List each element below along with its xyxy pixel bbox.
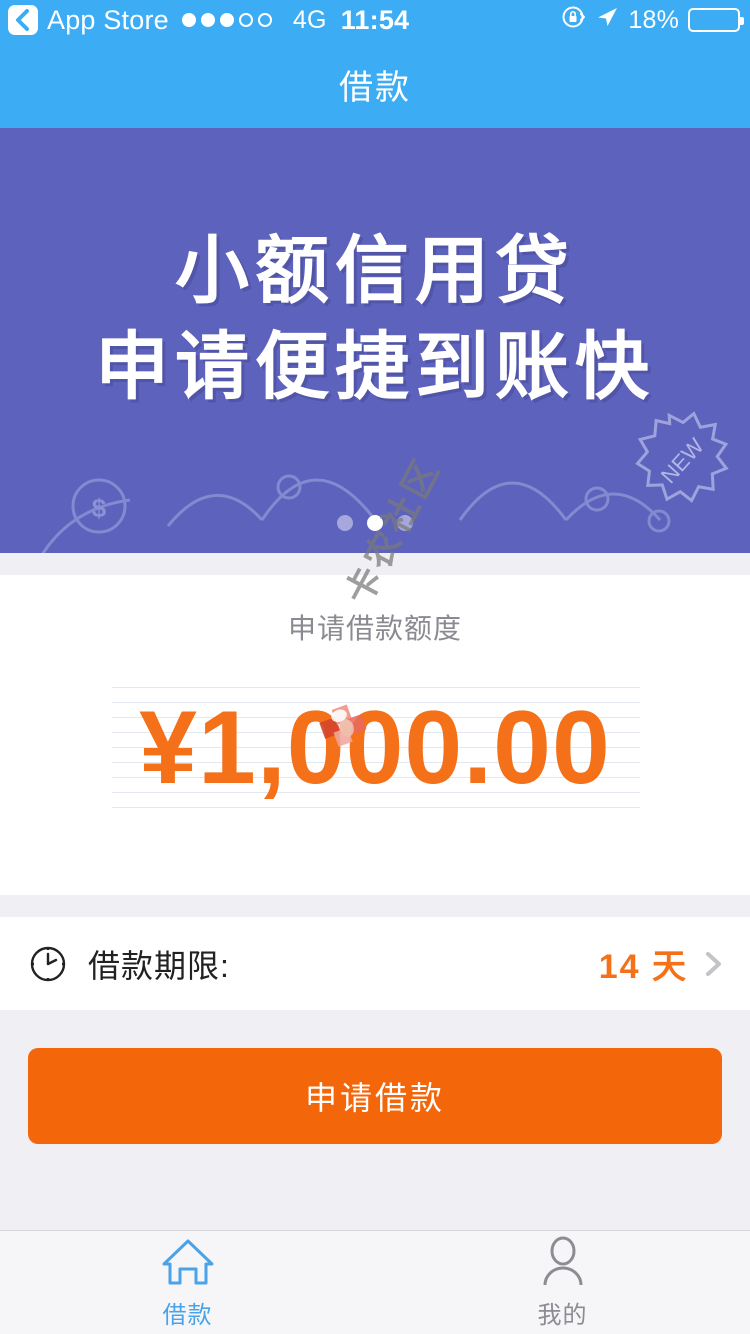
banner-headline-line2: 申请便捷到账快 xyxy=(95,325,655,408)
banner-headline: 小额信用贷 申请便捷到账快 xyxy=(0,223,750,415)
tab-item-profile[interactable]: 我的 xyxy=(375,1231,750,1334)
section-gap xyxy=(0,553,750,575)
apply-loan-button[interactable]: 申请借款 xyxy=(28,1048,722,1144)
battery-icon xyxy=(688,8,744,32)
signal-dot xyxy=(219,13,234,27)
battery-percent-label: 18% xyxy=(628,5,679,34)
bottom-tab-bar[interactable]: 借款 我的 xyxy=(0,1230,750,1334)
status-bar: App Store 4G 11:54 18% xyxy=(0,0,750,40)
signal-strength-dots xyxy=(181,13,272,27)
loan-amount-card[interactable]: 申请借款额度 ¥1,000.00 xyxy=(0,575,750,895)
carousel-dot-active[interactable] xyxy=(367,515,383,531)
chevron-right-icon[interactable] xyxy=(702,944,726,984)
apply-button-container: 申请借款 xyxy=(0,1010,750,1144)
loan-term-row[interactable]: 借款期限: 14 天 xyxy=(0,917,750,1010)
chevron-left-icon[interactable] xyxy=(8,5,38,35)
loan-amount-value: ¥1,000.00 xyxy=(139,690,611,806)
loan-term-label: 借款期限: xyxy=(88,947,230,984)
carousel-dot[interactable] xyxy=(337,515,353,531)
nav-bar: 借款 xyxy=(0,40,750,128)
network-type-label: 4G xyxy=(292,5,327,34)
carrier-back-label[interactable]: App Store xyxy=(47,5,169,35)
person-icon xyxy=(543,1236,582,1286)
loan-amount-label: 申请借款额度 xyxy=(287,613,462,644)
carousel-dot[interactable] xyxy=(397,515,413,531)
home-icon xyxy=(162,1239,213,1285)
carousel-indicators[interactable] xyxy=(0,515,750,531)
svg-text:NEW: NEW xyxy=(656,433,709,488)
section-gap xyxy=(0,895,750,917)
signal-dot xyxy=(238,13,253,27)
signal-dot xyxy=(200,13,215,27)
loan-term-value: 14 天 xyxy=(598,948,688,986)
rotation-lock-icon xyxy=(560,4,586,37)
location-arrow-icon xyxy=(595,5,619,36)
promo-banner[interactable]: $ NEW 小额信用贷 申请便捷到账快 xyxy=(0,128,750,553)
clock-icon xyxy=(30,946,66,981)
signal-dot xyxy=(181,13,196,27)
tab-label-profile: 我的 xyxy=(537,1302,588,1329)
signal-dot xyxy=(257,13,272,27)
tab-label-loan: 借款 xyxy=(162,1302,213,1329)
status-bar-left: App Store 4G xyxy=(0,5,327,35)
status-bar-right: 18% xyxy=(560,4,750,37)
tab-item-loan[interactable]: 借款 xyxy=(0,1231,375,1334)
loan-term-value-group[interactable]: 14 天 xyxy=(599,939,726,988)
banner-headline-line1: 小额信用贷 xyxy=(175,229,575,312)
page-title: 借款 xyxy=(339,68,411,107)
